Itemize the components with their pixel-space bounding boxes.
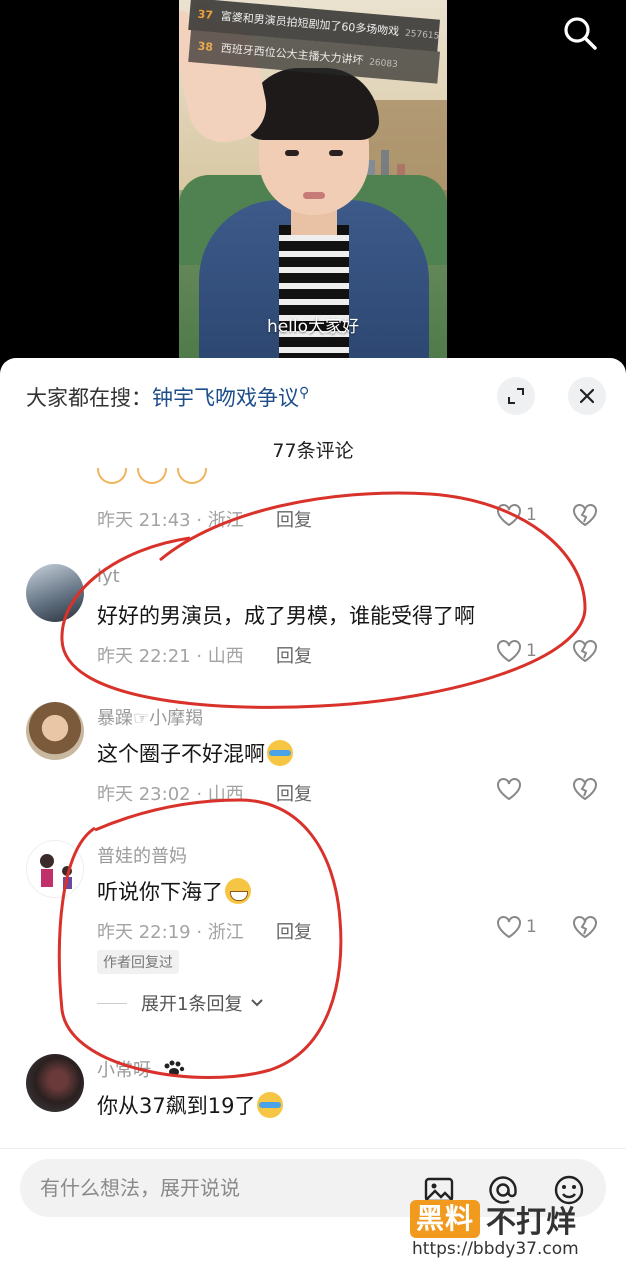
- crying-laughing-emoji: [267, 740, 293, 766]
- watermark-badge: 黑料: [410, 1200, 481, 1238]
- comment-meta: 昨天 22:21 · 山西: [97, 646, 244, 667]
- expand-button[interactable]: [497, 377, 535, 415]
- hot-search-prefix: 大家都在搜：: [26, 386, 152, 410]
- comment-author[interactable]: 暴躁☞小摩羯: [97, 704, 203, 730]
- video-caption: hello大家好: [266, 317, 360, 337]
- dislike-button[interactable]: [572, 777, 598, 805]
- heart-icon: [497, 504, 521, 527]
- close-icon: [579, 388, 595, 404]
- heart-icon: [497, 640, 521, 663]
- like-button[interactable]: 1: [496, 915, 537, 939]
- comment-author[interactable]: 小常呀: [97, 1056, 185, 1082]
- like-count: 1: [526, 917, 537, 937]
- comment-author[interactable]: 普娃的普妈: [97, 842, 187, 868]
- heart-icon: [497, 778, 521, 801]
- comment-meta: 昨天 22:19 · 浙江: [97, 922, 244, 943]
- avatar[interactable]: [26, 1054, 84, 1112]
- hot-search-keyword[interactable]: 钟宇飞吻戏争议: [152, 386, 299, 410]
- comment-meta: 昨天 23:02 · 山西: [97, 784, 244, 805]
- hot-search[interactable]: 大家都在搜：钟宇飞吻戏争议⚲: [26, 382, 309, 412]
- dislike-button[interactable]: [572, 503, 598, 531]
- broken-heart-icon: [573, 916, 597, 939]
- close-button[interactable]: [568, 377, 606, 415]
- chevron-down-icon: [251, 999, 264, 1007]
- video-player[interactable]: 37 富婆和男演员拍短剧加了60多场吻戏 257615 38 西班牙西位公大主播大力讲…: [0, 0, 626, 362]
- like-button[interactable]: 1: [496, 503, 537, 527]
- like-count: 1: [526, 505, 537, 525]
- dislike-button[interactable]: [572, 639, 598, 667]
- comment-meta: 昨天 21:43 · 浙江: [97, 510, 244, 531]
- paw-icon: [164, 1060, 184, 1076]
- watermark-title: 不打烊: [486, 1205, 577, 1240]
- expand-icon: [508, 388, 524, 404]
- author-replied-badge: 作者回复过: [97, 950, 179, 974]
- broken-heart-icon: [573, 640, 597, 663]
- comment-sheet: 大家都在搜：钟宇飞吻戏争议⚲ 77条评论 昨天 21:43 · 浙江 回复 1 …: [0, 358, 626, 1280]
- reply-button[interactable]: 回复: [276, 918, 312, 944]
- grinning-emoji: [225, 878, 251, 904]
- avatar[interactable]: [26, 840, 84, 898]
- watermark-url: https://bbdy37.com: [412, 1239, 579, 1259]
- comment-count: 77条评论: [272, 440, 354, 462]
- avatar[interactable]: [26, 564, 84, 622]
- search-icon: ⚲: [299, 385, 310, 401]
- reply-button[interactable]: 回复: [276, 780, 312, 806]
- crying-laughing-emoji: [257, 1092, 284, 1118]
- search-icon[interactable]: [562, 15, 598, 51]
- emoji-row: [97, 468, 207, 484]
- comment-text: 你从37飙到19了: [97, 1090, 284, 1120]
- avatar[interactable]: [26, 702, 84, 760]
- heart-icon: [497, 916, 521, 939]
- like-count: 1: [526, 641, 537, 661]
- trending-ticker[interactable]: 37 富婆和男演员拍短剧加了60多场吻戏 257615 38 西班牙西位公大主播大力讲…: [183, 0, 443, 96]
- comment-text: 好好的男演员，成了男模，谁能受得了啊: [97, 604, 475, 628]
- like-button[interactable]: 1: [496, 639, 537, 663]
- comment-text: 听说你下海了: [97, 876, 251, 906]
- comment-author[interactable]: lyt: [97, 566, 120, 587]
- broken-heart-icon: [573, 504, 597, 527]
- reply-button[interactable]: 回复: [276, 642, 312, 668]
- broken-heart-icon: [573, 778, 597, 801]
- dislike-button[interactable]: [572, 915, 598, 943]
- comment-input[interactable]: [40, 1173, 410, 1203]
- site-watermark: 黑料 不打烊 https://bbdy37.com: [410, 1197, 620, 1267]
- expand-replies-button[interactable]: 展开1条回复: [97, 990, 264, 1016]
- reply-button[interactable]: 回复: [276, 506, 312, 532]
- comment-text: 这个圈子不好混啊: [97, 738, 293, 768]
- comment-input-bar: 黑料 不打烊 https://bbdy37.com: [0, 1148, 626, 1280]
- like-button[interactable]: [496, 777, 522, 801]
